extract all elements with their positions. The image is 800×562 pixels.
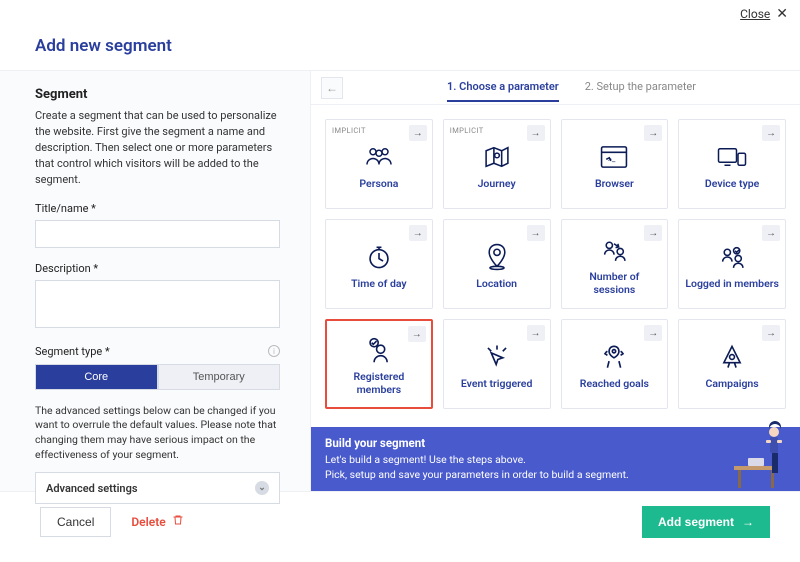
trash-icon	[172, 514, 184, 529]
add-segment-button[interactable]: Add segment →	[642, 506, 770, 538]
banner-title: Build your segment	[325, 436, 629, 450]
cancel-button[interactable]: Cancel	[40, 507, 111, 537]
arrow-right-icon: →	[409, 125, 427, 141]
title-label: Title/name *	[35, 202, 280, 215]
arrow-right-icon: →	[408, 326, 426, 342]
parameter-card-number-of-sessions[interactable]: → Number of sessions	[561, 219, 669, 309]
back-button[interactable]: ←	[321, 77, 343, 99]
arrow-right-icon: →	[762, 325, 780, 341]
parameter-card-event-triggered[interactable]: → Event triggered	[443, 319, 551, 409]
svg-text:>_: >_	[608, 154, 616, 163]
arrow-right-icon: →	[742, 515, 754, 529]
title-input[interactable]	[35, 220, 280, 248]
banner-line2: Pick, setup and save your parameters in …	[325, 468, 629, 482]
card-label: Logged in members	[685, 278, 779, 291]
card-label: Reached goals	[580, 378, 649, 391]
segment-heading: Segment	[35, 87, 280, 102]
reached-goals-icon	[600, 342, 628, 372]
info-icon[interactable]: i	[268, 345, 280, 357]
implicit-tag: IMPLICIT	[332, 126, 366, 135]
parameter-card-registered-members[interactable]: → Registered members	[325, 319, 433, 409]
close-link[interactable]: Close	[740, 7, 770, 21]
chevron-down-icon: ⌄	[255, 481, 269, 495]
arrow-right-icon: →	[527, 225, 545, 241]
card-label: Persona	[359, 178, 398, 191]
step-choose-parameter[interactable]: 1. Choose a parameter	[447, 73, 559, 102]
parameter-card-persona[interactable]: IMPLICIT → Persona	[325, 119, 433, 209]
segment-type-core[interactable]: Core	[35, 364, 158, 390]
parameter-card-time-of-day[interactable]: → Time of day	[325, 219, 433, 309]
banner-line1: Let's build a segment! Use the steps abo…	[325, 453, 629, 467]
step-setup-parameter[interactable]: 2. Setup the parameter	[585, 73, 696, 102]
arrow-right-icon: →	[409, 225, 427, 241]
page-title: Add new segment	[35, 36, 765, 56]
card-label: Campaigns	[706, 378, 759, 391]
campaigns-icon	[719, 342, 745, 372]
arrow-right-icon: →	[644, 225, 662, 241]
location-icon	[484, 242, 510, 272]
card-label: Time of day	[351, 278, 407, 291]
advanced-settings-toggle[interactable]: Advanced settings ⌄	[35, 472, 280, 504]
event-triggered-icon	[483, 342, 511, 372]
right-panel: ← 1. Choose a parameter 2. Setup the par…	[310, 71, 800, 491]
banner-illustration	[730, 418, 790, 491]
card-label: Journey	[478, 178, 516, 191]
advanced-note: The advanced settings below can be chang…	[35, 404, 280, 463]
arrow-right-icon: →	[762, 125, 780, 141]
number-of-sessions-icon	[600, 235, 628, 265]
segment-description: Create a segment that can be used to per…	[35, 108, 280, 188]
card-label: Registered members	[333, 371, 425, 396]
implicit-tag: IMPLICIT	[450, 126, 484, 135]
card-label: Event triggered	[461, 378, 533, 391]
parameter-card-device-type[interactable]: → Device type	[678, 119, 786, 209]
card-label: Device type	[705, 178, 759, 191]
card-label: Browser	[595, 178, 634, 191]
close-icon[interactable]: ✕	[776, 6, 788, 22]
parameter-card-logged-in-members[interactable]: → Logged in members	[678, 219, 786, 309]
parameter-card-location[interactable]: → Location	[443, 219, 551, 309]
device-type-icon	[717, 142, 747, 172]
parameter-card-reached-goals[interactable]: → Reached goals	[561, 319, 669, 409]
card-label: Number of sessions	[568, 271, 662, 296]
arrow-right-icon: →	[762, 225, 780, 241]
description-input[interactable]	[35, 280, 280, 328]
journey-icon	[483, 142, 511, 172]
segment-type-temporary[interactable]: Temporary	[158, 364, 281, 390]
arrow-right-icon: →	[527, 325, 545, 341]
left-panel: Segment Create a segment that can be use…	[0, 71, 310, 491]
arrow-right-icon: →	[644, 125, 662, 141]
parameter-card-campaigns[interactable]: → Campaigns	[678, 319, 786, 409]
build-banner: Build your segment Let's build a segment…	[311, 427, 800, 491]
description-label: Description *	[35, 262, 280, 275]
delete-label: Delete	[131, 515, 165, 529]
logged-in-members-icon	[718, 242, 746, 272]
parameter-card-browser[interactable]: → >_ Browser	[561, 119, 669, 209]
persona-icon	[364, 142, 394, 172]
registered-members-icon	[366, 335, 392, 365]
advanced-settings-label: Advanced settings	[46, 482, 137, 495]
add-segment-label: Add segment	[658, 515, 734, 529]
time-of-day-icon	[366, 242, 392, 272]
segment-type-label: Segment type *	[35, 345, 110, 358]
arrow-right-icon: →	[644, 325, 662, 341]
card-label: Location	[476, 278, 517, 291]
parameter-card-journey[interactable]: IMPLICIT → Journey	[443, 119, 551, 209]
browser-icon: >_	[600, 142, 628, 172]
arrow-right-icon: →	[527, 125, 545, 141]
delete-button[interactable]: Delete	[131, 514, 183, 529]
